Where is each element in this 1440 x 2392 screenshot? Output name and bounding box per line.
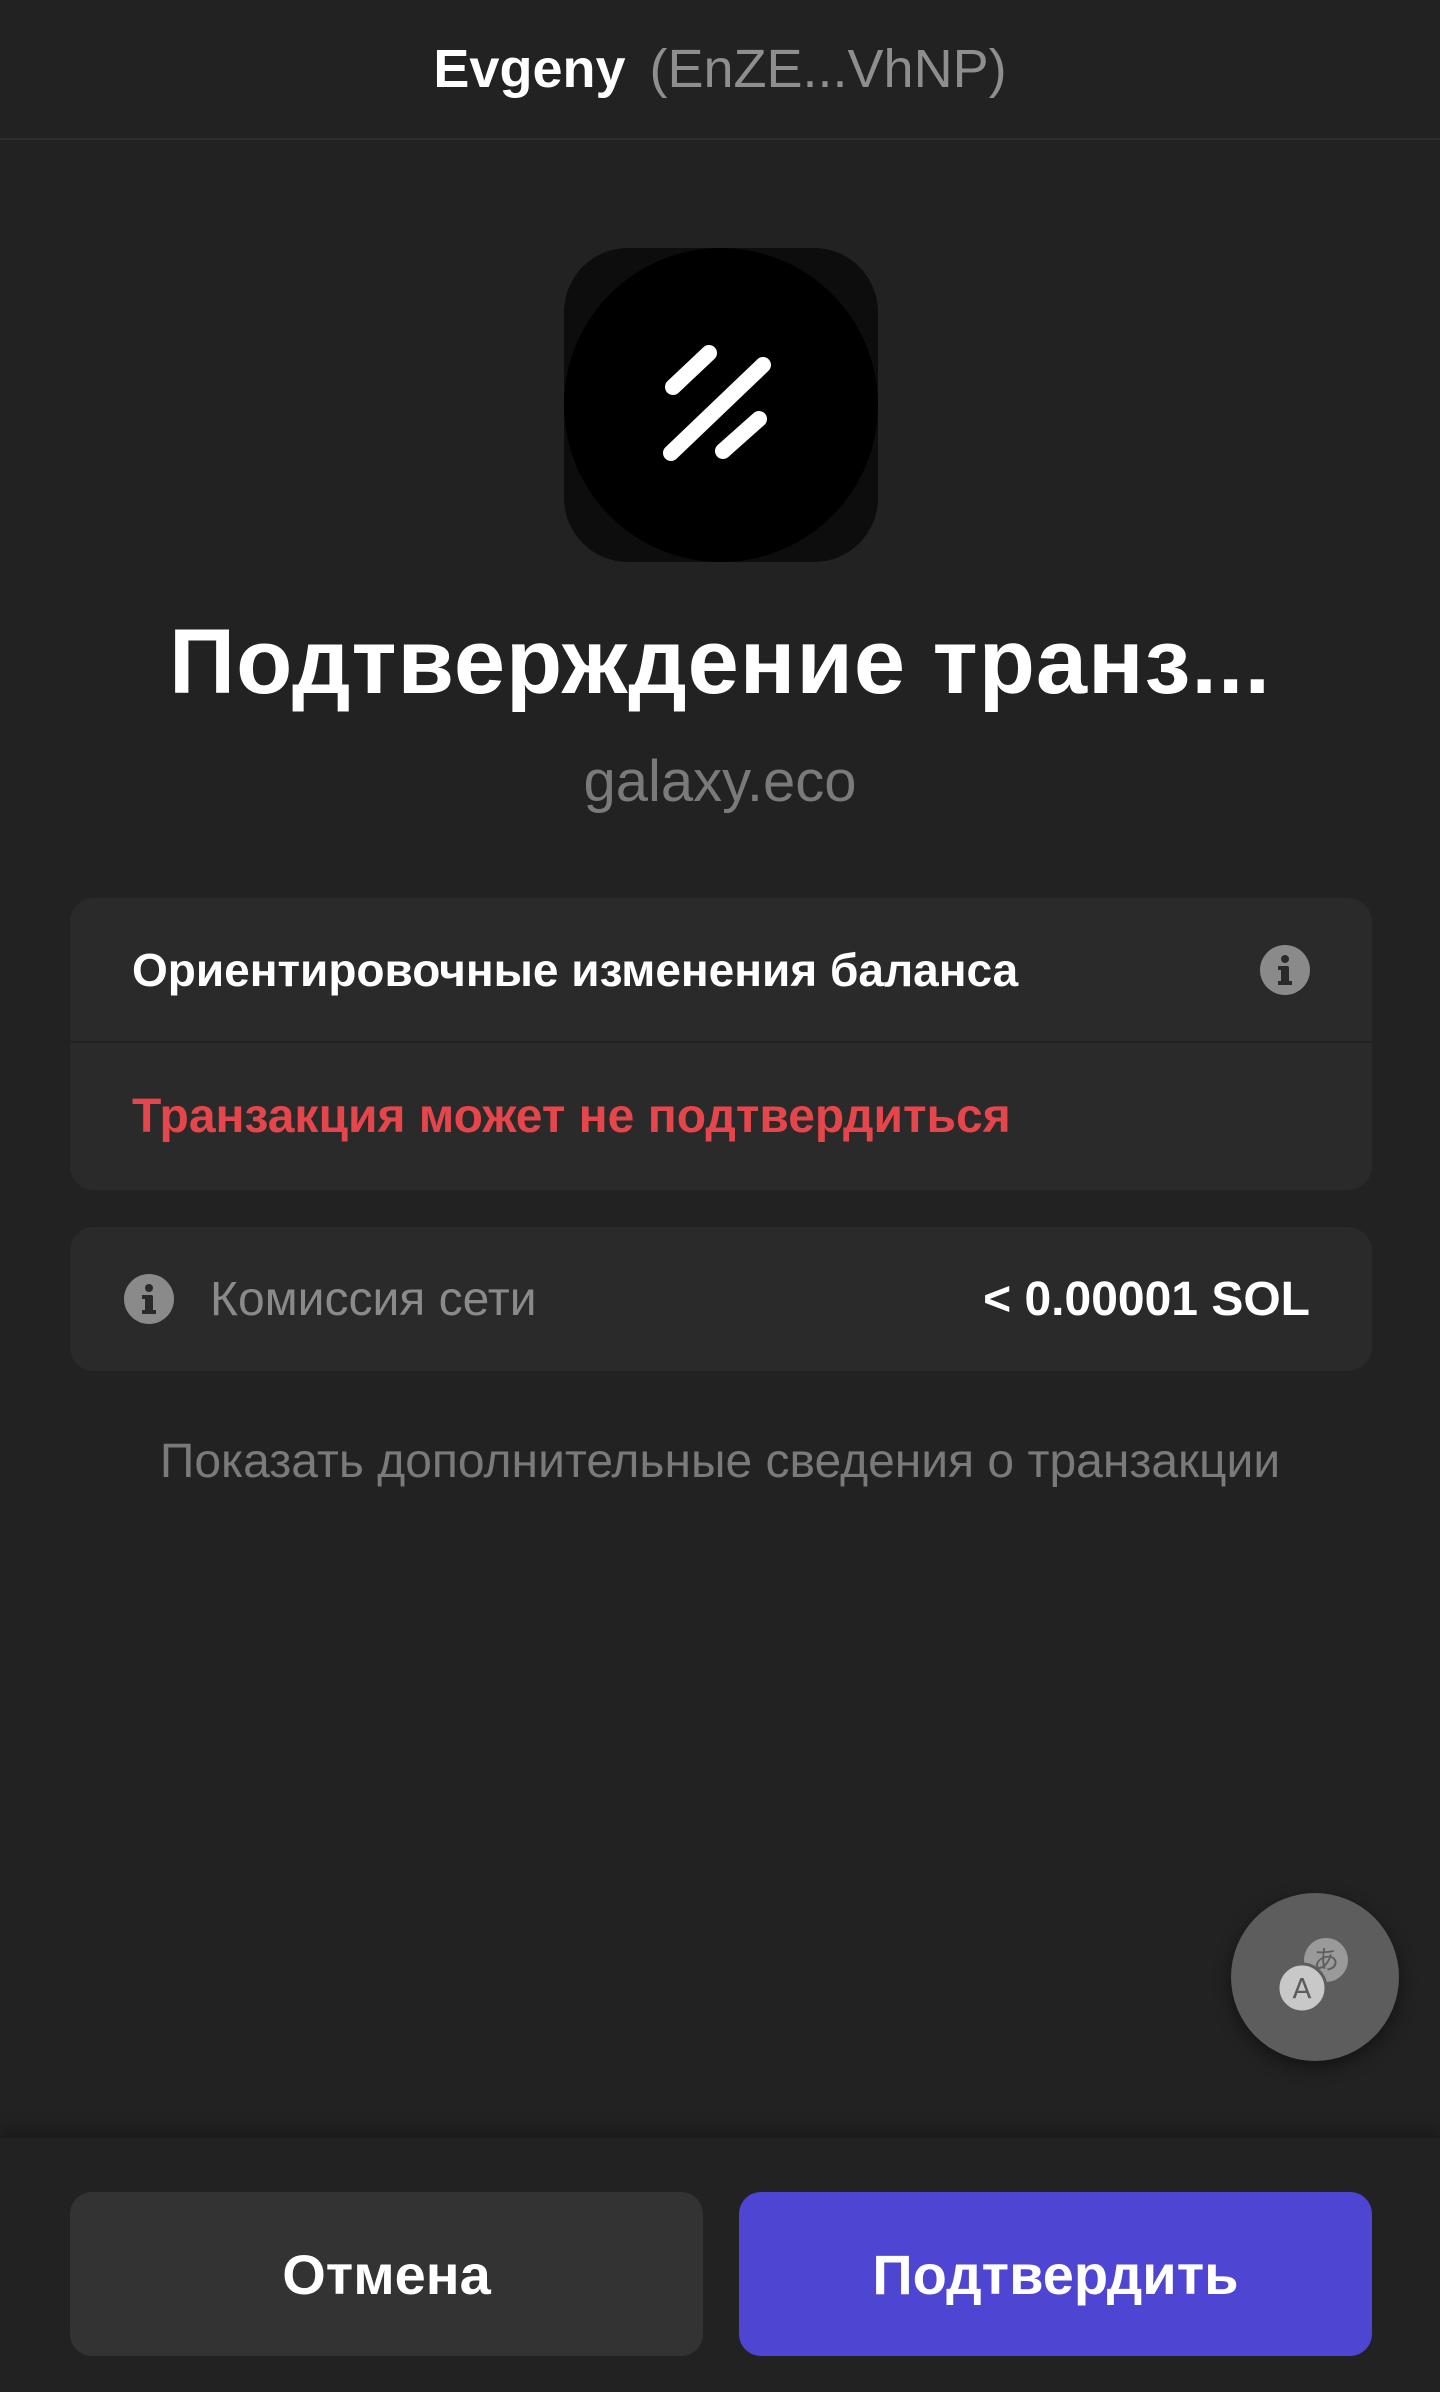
app-logo xyxy=(564,248,878,562)
balance-changes-card: Ориентировочные изменения баланса Транза… xyxy=(70,898,1372,1190)
cancel-button[interactable]: Отмена xyxy=(70,2192,703,2356)
balance-changes-warning-row: Транзакция может не подтвердиться xyxy=(70,1043,1372,1190)
network-fee-card: Комиссия сети < 0.00001 SOL xyxy=(70,1227,1372,1371)
balance-changes-label: Ориентировочные изменения баланса xyxy=(132,943,1019,996)
info-icon[interactable] xyxy=(124,1274,174,1324)
network-fee-label: Комиссия сети xyxy=(210,1272,537,1326)
translate-icon: あ A xyxy=(1270,1930,1360,2025)
transaction-warning: Транзакция может не подтвердиться xyxy=(132,1090,1011,1143)
account-header: Evgeny (EnZE...VhNP) xyxy=(0,0,1440,140)
action-footer: Отмена Подтвердить xyxy=(0,2136,1440,2392)
network-fee-value: < 0.00001 SOL xyxy=(983,1272,1310,1326)
balance-changes-header: Ориентировочные изменения баланса xyxy=(70,898,1372,1043)
account-name: Evgeny xyxy=(433,39,626,99)
confirm-button[interactable]: Подтвердить xyxy=(739,2192,1372,2356)
info-icon[interactable] xyxy=(1260,944,1310,995)
translate-button[interactable]: あ A xyxy=(1231,1893,1399,2061)
origin-domain: galaxy.eco xyxy=(583,749,857,814)
page-title: Подтверждение транз... xyxy=(168,611,1272,713)
account-address: (EnZE...VhNP) xyxy=(649,39,1007,99)
show-more-details-link[interactable]: Показать дополнительные сведения о транз… xyxy=(0,1434,1440,1489)
slash-logo-icon xyxy=(564,248,878,562)
svg-text:A: A xyxy=(1292,1972,1311,2005)
